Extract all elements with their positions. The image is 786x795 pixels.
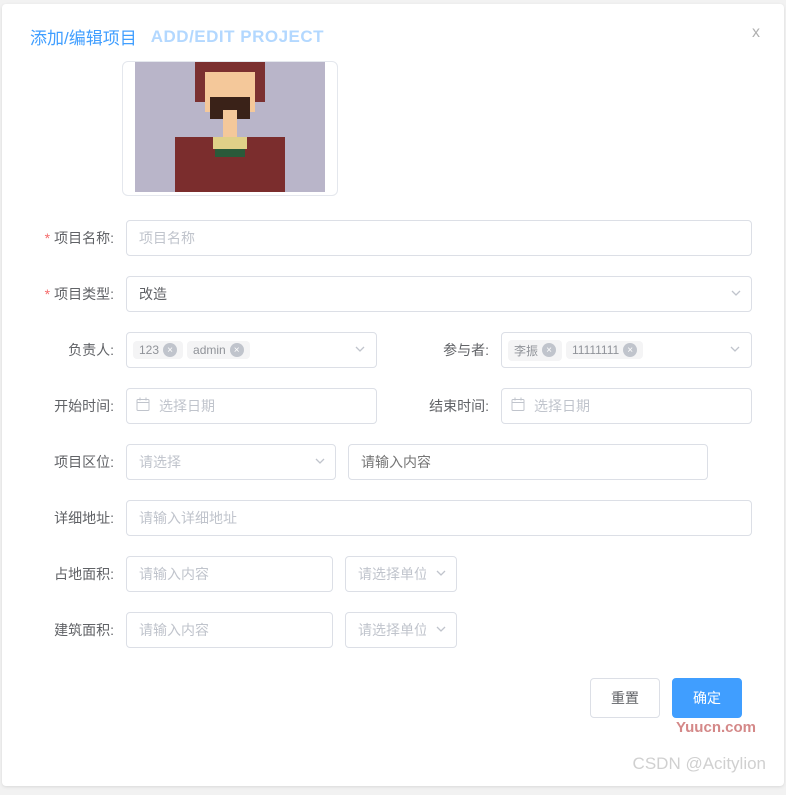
row-build-area: 建筑面积: xyxy=(22,612,764,648)
label-project-type: 项目类型: xyxy=(22,284,126,304)
modal-header: 添加/编辑项目 ADD/EDIT PROJECT x xyxy=(2,4,784,61)
watermark-site: Yuucn.com xyxy=(676,719,756,736)
modal-title-en: ADD/EDIT PROJECT xyxy=(151,27,324,47)
input-area-detail[interactable] xyxy=(348,444,708,480)
confirm-button[interactable]: 确定 xyxy=(672,678,742,718)
row-area: 项目区位: xyxy=(22,444,764,480)
col-participant: 参与者: 李振× 11111111× xyxy=(397,332,752,368)
row-land-area: 占地面积: xyxy=(22,556,764,592)
tag-close-icon[interactable]: × xyxy=(542,343,556,357)
avatar-upload[interactable] xyxy=(122,61,338,196)
tag-close-icon[interactable]: × xyxy=(230,343,244,357)
row-project-name: 项目名称: xyxy=(22,220,764,256)
col-owner: 负责人: 123× admin× xyxy=(22,332,377,368)
label-area: 项目区位: xyxy=(22,452,126,472)
row-project-type: 项目类型: xyxy=(22,276,764,312)
label-start-time: 开始时间: xyxy=(22,396,126,416)
tag-close-icon[interactable]: × xyxy=(163,343,177,357)
select-land-unit-input[interactable] xyxy=(345,556,457,592)
input-end-time[interactable] xyxy=(501,388,752,424)
row-owner-participant: 负责人: 123× admin× 参与者: 李振× 11111111× xyxy=(22,332,764,368)
input-address[interactable] xyxy=(126,500,752,536)
label-participant: 参与者: xyxy=(397,340,501,360)
chevron-down-icon xyxy=(354,342,366,358)
col-end-time: 结束时间: xyxy=(397,388,752,424)
select-land-unit[interactable] xyxy=(345,556,457,592)
input-build-area[interactable] xyxy=(126,612,333,648)
input-project-name[interactable] xyxy=(126,220,752,256)
input-end-time-wrap xyxy=(501,388,752,424)
select-project-type-value[interactable] xyxy=(126,276,752,312)
tag-owner-1: admin× xyxy=(187,341,250,359)
tag-participant-0: 李振× xyxy=(508,340,562,361)
row-address: 详细地址: xyxy=(22,500,764,536)
calendar-icon xyxy=(511,398,525,415)
select-owner[interactable]: 123× admin× xyxy=(126,332,377,368)
watermark-author: CSDN @Acitylion xyxy=(633,754,766,774)
select-area[interactable] xyxy=(126,444,336,480)
row-dates: 开始时间: 结束时间: xyxy=(22,388,764,424)
modal-title-cn: 添加/编辑项目 xyxy=(30,24,137,49)
close-icon[interactable]: x xyxy=(752,24,760,42)
label-land-area: 占地面积: xyxy=(22,564,126,584)
reset-button[interactable]: 重置 xyxy=(590,678,660,718)
tag-owner-0: 123× xyxy=(133,341,183,359)
col-start-time: 开始时间: xyxy=(22,388,377,424)
modal-dialog: 添加/编辑项目 ADD/EDIT PROJECT x 项目名称: xyxy=(2,4,784,786)
tag-close-icon[interactable]: × xyxy=(623,343,637,357)
select-area-input[interactable] xyxy=(126,444,336,480)
label-end-time: 结束时间: xyxy=(397,396,501,416)
select-build-unit[interactable] xyxy=(345,612,457,648)
label-owner: 负责人: xyxy=(22,340,126,360)
select-build-unit-input[interactable] xyxy=(345,612,457,648)
avatar-row xyxy=(22,61,764,196)
label-address: 详细地址: xyxy=(22,508,126,528)
select-participant[interactable]: 李振× 11111111× xyxy=(501,332,752,368)
input-start-time-wrap xyxy=(126,388,377,424)
avatar-image xyxy=(135,62,325,192)
modal-body: 项目名称: 项目类型: 负责人: 123× admin× xyxy=(2,61,784,751)
select-project-type[interactable] xyxy=(126,276,752,312)
input-land-area[interactable] xyxy=(126,556,333,592)
calendar-icon xyxy=(136,398,150,415)
input-start-time[interactable] xyxy=(126,388,377,424)
footer-buttons: 重置 确定 xyxy=(22,668,764,718)
label-project-name: 项目名称: xyxy=(22,228,126,248)
chevron-down-icon xyxy=(729,342,741,358)
label-build-area: 建筑面积: xyxy=(22,620,126,640)
tag-participant-1: 11111111× xyxy=(566,341,643,359)
